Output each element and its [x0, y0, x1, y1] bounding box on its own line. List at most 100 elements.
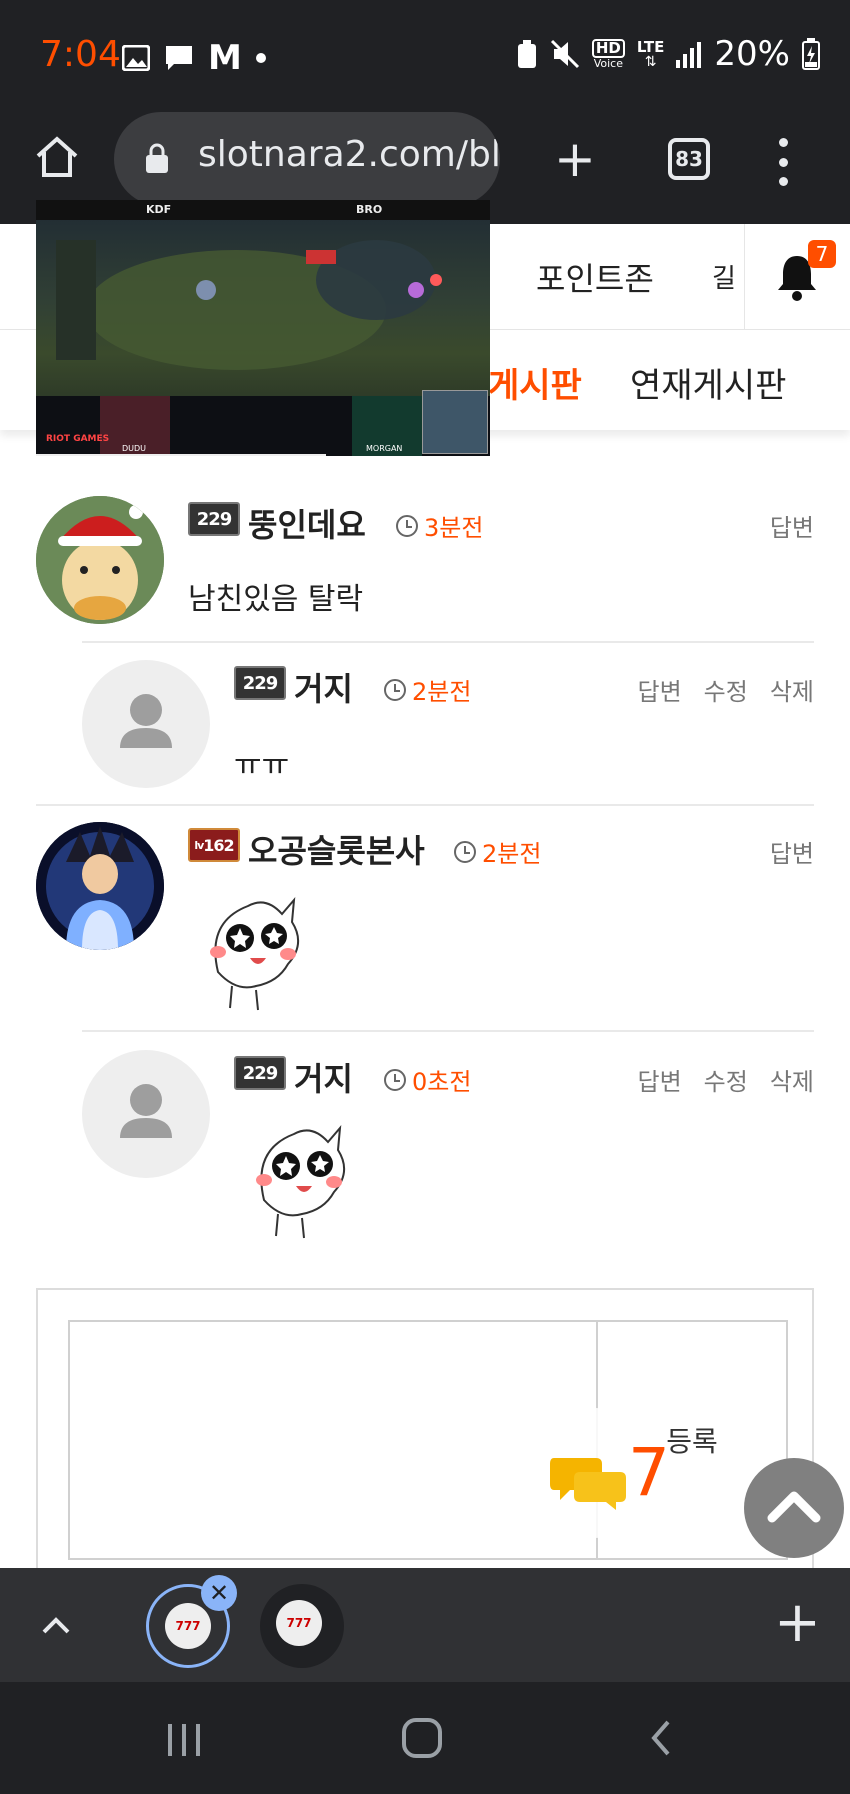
- reply-button[interactable]: 답변: [770, 834, 814, 869]
- comment-author[interactable]: 뚱인데요: [248, 500, 366, 546]
- video-bottom-hud: RIOT GAMES DUDU MORGAN: [36, 390, 490, 456]
- goku-avatar-image: [36, 822, 164, 950]
- video-scoreboard: KDF BRO: [36, 200, 490, 220]
- home-nav-icon[interactable]: [400, 1716, 444, 1760]
- chevron-up-icon: [767, 1491, 821, 1523]
- add-tab-button[interactable]: +: [774, 1590, 821, 1655]
- chat-button[interactable]: 7: [530, 1408, 680, 1538]
- comment-time-text: 2분전: [412, 678, 472, 706]
- level-badge-number: 162: [203, 835, 234, 855]
- comment-actions: 답변: [770, 834, 814, 869]
- comment-write-box: 등록: [36, 1288, 814, 1578]
- tab-strip: 777 ✕ 777 +: [0, 1568, 850, 1682]
- header-divider: [744, 224, 745, 330]
- more-menu-icon[interactable]: [776, 138, 790, 186]
- comment-time: 0초전: [384, 1062, 471, 1097]
- status-bar: 7:04 M HD Voice LTE ⇅ 20%: [0, 0, 850, 112]
- comment-time-text: 0초전: [412, 1068, 472, 1096]
- video-progress: [36, 454, 326, 456]
- comment-time: 3분전: [396, 508, 483, 543]
- default-avatar[interactable]: [82, 1050, 210, 1178]
- status-right: HD Voice LTE ⇅ 20%: [516, 34, 820, 74]
- duck-avatar-image: [36, 496, 164, 624]
- battery-charging-icon: [802, 38, 820, 70]
- level-badge: 229: [234, 1056, 286, 1090]
- comment-body: ㅠㅠ: [234, 748, 290, 783]
- clock-icon: [384, 1068, 406, 1091]
- game-scene: [56, 240, 442, 370]
- goku-avatar[interactable]: [36, 822, 164, 950]
- edit-button[interactable]: 수정: [704, 1062, 748, 1097]
- scroll-top-button[interactable]: [744, 1458, 844, 1558]
- person-icon: [120, 1084, 172, 1138]
- lte-arrows: ⇅: [644, 53, 657, 70]
- battery-percent: 20%: [714, 34, 790, 74]
- comment-time-text: 2분전: [482, 840, 542, 868]
- slot-favicon: 777: [276, 1600, 322, 1646]
- chevron-up-icon[interactable]: [38, 1608, 74, 1644]
- status-time: 7:04: [40, 34, 121, 75]
- chat-bubbles-icon: [550, 1458, 626, 1510]
- menu-board[interactable]: 게시판: [488, 358, 582, 407]
- player-right-name: MORGAN: [366, 444, 403, 453]
- level-badge-prefix: lv: [194, 838, 204, 852]
- comment-item: 229 뚱인데요 3분전 답변 남친있음 탈락: [36, 496, 814, 642]
- tab-group-item[interactable]: 777: [260, 1584, 344, 1668]
- comment-separator: [82, 1030, 814, 1032]
- edit-button[interactable]: 수정: [704, 672, 748, 707]
- team-left: KDF: [146, 203, 172, 216]
- header-link-cut[interactable]: 길: [712, 258, 736, 295]
- gmail-icon: M: [208, 38, 242, 78]
- reply-button[interactable]: 답변: [770, 508, 814, 543]
- lock-icon: [146, 143, 168, 173]
- recent-apps-icon[interactable]: [164, 1720, 204, 1760]
- lte-icon: LTE ⇅: [637, 39, 665, 70]
- address-bar[interactable]: slotnara2.com/bl: [114, 112, 500, 206]
- delete-button[interactable]: 삭제: [770, 1062, 814, 1097]
- minimap: [422, 390, 488, 454]
- comment-textarea[interactable]: [68, 1320, 598, 1560]
- clock-icon: [454, 840, 476, 863]
- reply-button[interactable]: 답변: [637, 1062, 681, 1097]
- url-text: slotnara2.com/bl: [198, 134, 500, 175]
- recycle-icon: [517, 40, 536, 68]
- menu-series-board[interactable]: 연재게시판: [630, 358, 786, 407]
- back-icon[interactable]: [646, 1718, 676, 1758]
- level-badge: 229: [188, 502, 240, 536]
- reply-button[interactable]: 답변: [637, 672, 681, 707]
- comment-separator: [82, 641, 814, 643]
- tab-switcher-button[interactable]: 83: [668, 138, 710, 180]
- team-right: BRO: [356, 203, 383, 216]
- hd-label: HD: [591, 39, 625, 58]
- hd-voice-icon: HD Voice: [591, 39, 625, 70]
- new-tab-button[interactable]: +: [554, 134, 596, 184]
- star-eyes-sticker: [210, 896, 299, 1011]
- default-avatar[interactable]: [82, 660, 210, 788]
- clock-icon: [396, 514, 418, 537]
- clock-icon: [384, 678, 406, 701]
- comment-time-text: 3분전: [424, 514, 484, 542]
- slot-favicon: 777: [165, 1603, 211, 1649]
- point-zone-link[interactable]: 포인트존: [536, 254, 654, 300]
- status-notification-icons: M: [122, 38, 266, 78]
- tab-group-item-active[interactable]: 777 ✕: [146, 1575, 237, 1668]
- star-eyes-sticker: [256, 1124, 345, 1239]
- reply-comment-item: 229 거지 0초전 답변 수정 삭제: [82, 1050, 814, 1250]
- message-icon: [166, 46, 192, 70]
- comment-author[interactable]: 오공슬롯본사: [248, 826, 425, 872]
- comment-author[interactable]: 거지: [294, 664, 353, 710]
- picture-in-picture-video[interactable]: KDF BRO RIOT GAMES DUDU MORGAN: [36, 200, 490, 456]
- level-badge: lv 162: [188, 828, 240, 862]
- level-badge: 229: [234, 666, 286, 700]
- voice-label: Voice: [593, 57, 623, 70]
- gallery-icon: [122, 45, 150, 71]
- comment-time: 2분전: [454, 834, 541, 869]
- comment-actions: 답변: [770, 508, 814, 543]
- comment-actions: 답변 수정 삭제: [637, 672, 814, 707]
- close-icon[interactable]: ✕: [201, 1575, 237, 1611]
- delete-button[interactable]: 삭제: [770, 672, 814, 707]
- home-icon[interactable]: [34, 134, 80, 180]
- comment-author[interactable]: 거지: [294, 1054, 353, 1100]
- duck-avatar[interactable]: [36, 496, 164, 624]
- comment-time: 2분전: [384, 672, 471, 707]
